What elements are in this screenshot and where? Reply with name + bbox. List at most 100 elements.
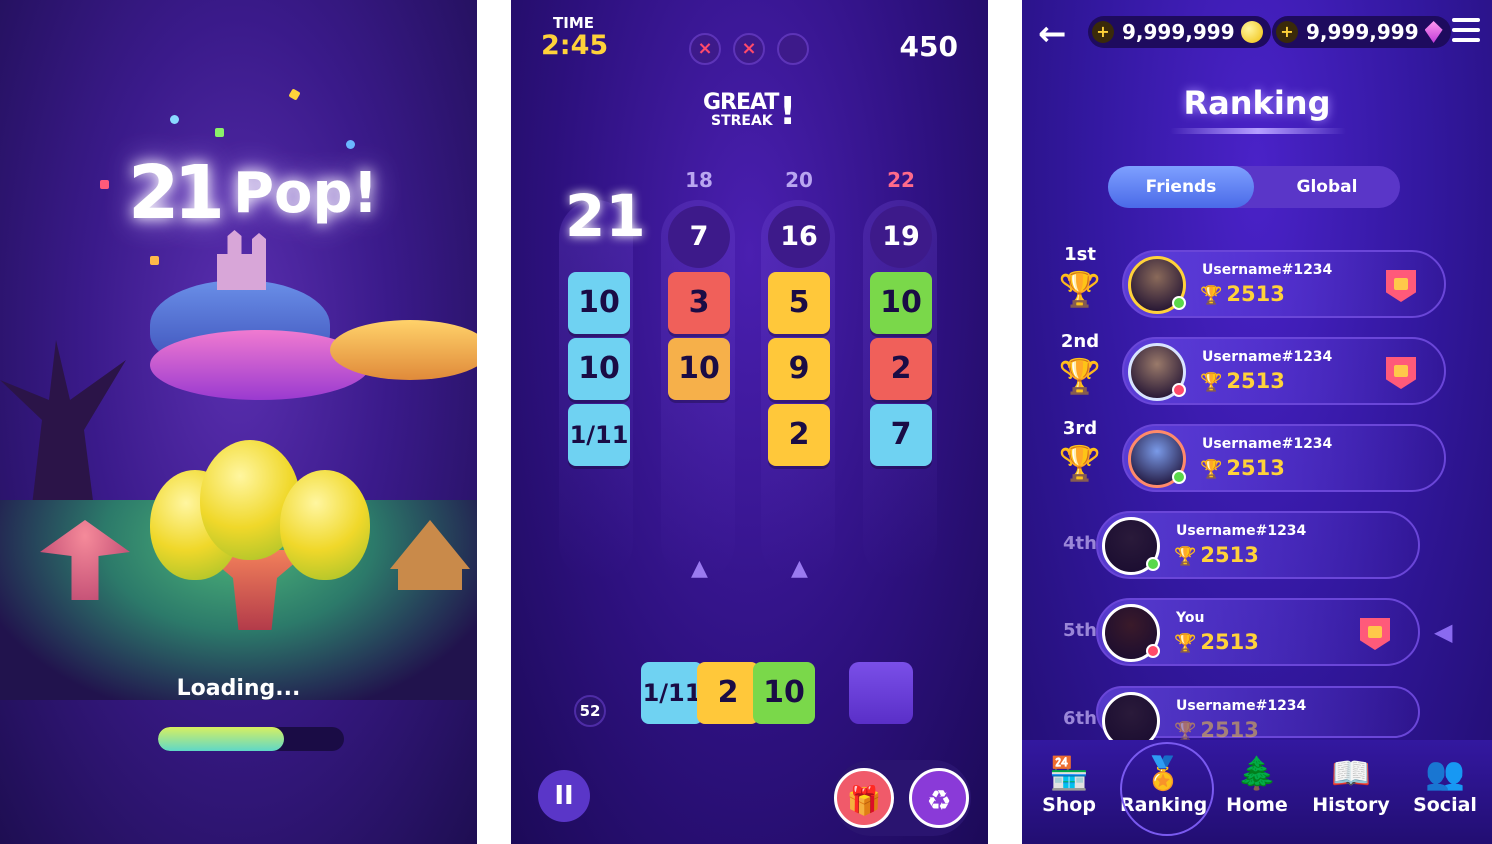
ranking-row[interactable]: Username#1234 🏆 2513 <box>1096 511 1420 579</box>
trophy-icon: 🏆 <box>1058 444 1102 484</box>
coin-icon <box>1240 21 1263 43</box>
user-score: 🏆 2513 <box>1200 456 1285 480</box>
logo-word: Pop! <box>232 161 379 226</box>
column-sum: 7 <box>668 206 730 268</box>
score-trophy-icon: 🏆 <box>1200 285 1223 306</box>
gem-icon <box>1424 21 1443 43</box>
add-gems-icon[interactable]: + <box>1276 21 1298 43</box>
playing-card: 2 <box>768 404 830 466</box>
playing-card: 3 <box>668 272 730 334</box>
bottom-nav: 🏪 Shop 🏅 Ranking 🌲 Home 📖 History 👥 Social <box>1022 740 1492 844</box>
column-sum: 19 <box>870 206 932 268</box>
nav-label: Shop <box>1042 794 1096 816</box>
playing-card: 1/11 <box>568 404 630 466</box>
score-value: 2513 <box>1226 369 1285 393</box>
ranking-row[interactable]: Username#1234 🏆 2513 <box>1122 250 1446 318</box>
tab-friends[interactable]: Friends <box>1108 166 1254 208</box>
username: Username#1234 <box>1202 262 1333 278</box>
loading-progress-fill <box>158 727 285 751</box>
playing-card: 10 <box>870 272 932 334</box>
confetti <box>100 180 109 189</box>
nav-label: Ranking <box>1120 794 1208 816</box>
column-target: 20 <box>785 168 813 192</box>
rank-badge-icon <box>1386 357 1416 389</box>
ranking-row[interactable]: Username#1234 🏆 2513 <box>1122 337 1446 405</box>
nav-item-home[interactable]: 🌲 Home <box>1214 754 1300 816</box>
nav-label: History <box>1312 794 1390 816</box>
loading-screen: 21 Pop! Loading... <box>0 0 477 844</box>
playing-card: 10 <box>568 272 630 334</box>
confetti <box>215 128 224 137</box>
score-value: 2513 <box>1200 630 1259 654</box>
username: You <box>1176 610 1205 626</box>
tab-global[interactable]: Global <box>1254 166 1400 208</box>
user-score: 🏆 2513 <box>1200 369 1285 393</box>
playing-card: 10 <box>568 338 630 400</box>
status-dot <box>1172 470 1186 484</box>
username: Username#1234 <box>1176 523 1307 539</box>
add-coins-icon[interactable]: + <box>1092 21 1114 43</box>
coin-amount: 9,999,999 <box>1122 20 1235 44</box>
confetti <box>150 256 159 265</box>
score-trophy-icon: 🏆 <box>1174 721 1197 742</box>
confetti <box>170 115 179 124</box>
trophy-icon: 🏆 <box>1058 357 1102 397</box>
hand-card[interactable]: 10 <box>753 662 815 724</box>
nav-item-ranking[interactable]: 🏅 Ranking <box>1120 742 1214 836</box>
score-trophy-icon: 🏆 <box>1200 372 1223 393</box>
nav-social-icon: 👥 <box>1425 754 1465 792</box>
nav-ranking-icon: 🏅 <box>1143 754 1183 792</box>
nav-history-icon: 📖 <box>1331 754 1371 792</box>
playing-card: 9 <box>768 338 830 400</box>
status-dot <box>1146 644 1160 658</box>
yellow-tree <box>330 320 477 380</box>
deck-count: 52 <box>574 695 606 727</box>
hold-slot[interactable] <box>849 662 913 724</box>
user-score: 🏆 2513 <box>1174 630 1259 654</box>
ranking-row[interactable]: Username#1234 🏆 2513 <box>1096 686 1420 750</box>
playing-card: 10 <box>668 338 730 400</box>
streak-exclamation: ! <box>779 89 797 133</box>
rank-badge-icon <box>1360 618 1390 650</box>
ranking-row[interactable]: Username#1234 🏆 2513 <box>1122 424 1446 492</box>
column-sum-complete: 21 <box>565 182 646 250</box>
rank-badge-icon <box>1386 270 1416 302</box>
game-screen: TIME 2:45 × × 450 GREAT STREAK ! 21 18 2… <box>511 0 988 844</box>
user-score: 🏆 2513 <box>1174 543 1259 567</box>
score-trophy-icon: 🏆 <box>1174 546 1197 567</box>
streak-banner: GREAT STREAK ! <box>703 92 796 131</box>
confetti <box>346 140 355 149</box>
you-indicator-arrow-icon: ◀ <box>1434 618 1453 646</box>
playing-card: 2 <box>870 338 932 400</box>
score-trophy-icon: 🏆 <box>1174 633 1197 654</box>
confetti <box>288 88 301 101</box>
nav-item-shop[interactable]: 🏪 Shop <box>1026 754 1112 816</box>
back-arrow-icon[interactable]: ← <box>1038 14 1067 54</box>
ranking-row[interactable]: You 🏆 2513 <box>1096 598 1420 666</box>
hand-card: 1/11 <box>641 662 703 724</box>
username: Username#1234 <box>1202 349 1333 365</box>
loading-progress-bar <box>158 727 344 751</box>
score-value: 2513 <box>1226 456 1285 480</box>
gift-powerup-icon[interactable]: 🎁 <box>834 768 894 828</box>
nav-item-history[interactable]: 📖 History <box>1308 754 1394 816</box>
gem-amount: 9,999,999 <box>1306 20 1419 44</box>
strike-marker: × <box>689 33 721 65</box>
page-title: Ranking <box>1183 84 1331 122</box>
nav-home-icon: 🌲 <box>1237 754 1277 792</box>
score-value: 2513 <box>1200 543 1259 567</box>
coin-balance[interactable]: + 9,999,999 <box>1088 16 1271 48</box>
column-sum: 16 <box>768 206 830 268</box>
swap-powerup-icon[interactable]: ♻ <box>909 768 969 828</box>
nav-item-social[interactable]: 👥 Social <box>1402 754 1488 816</box>
ranking-screen: ← + 9,999,999 + 9,999,999 Ranking Friend… <box>1022 0 1492 844</box>
time-value: 2:45 <box>541 30 609 61</box>
score-value: 2513 <box>1226 282 1285 306</box>
gem-balance[interactable]: + 9,999,999 <box>1272 16 1451 48</box>
playing-card: 5 <box>768 272 830 334</box>
score: 450 <box>899 30 958 63</box>
menu-icon[interactable] <box>1452 18 1480 42</box>
pause-button[interactable]: II <box>538 770 590 822</box>
score-value: 2513 <box>1200 718 1259 742</box>
trophy-icon: 🏆 <box>1058 270 1102 310</box>
